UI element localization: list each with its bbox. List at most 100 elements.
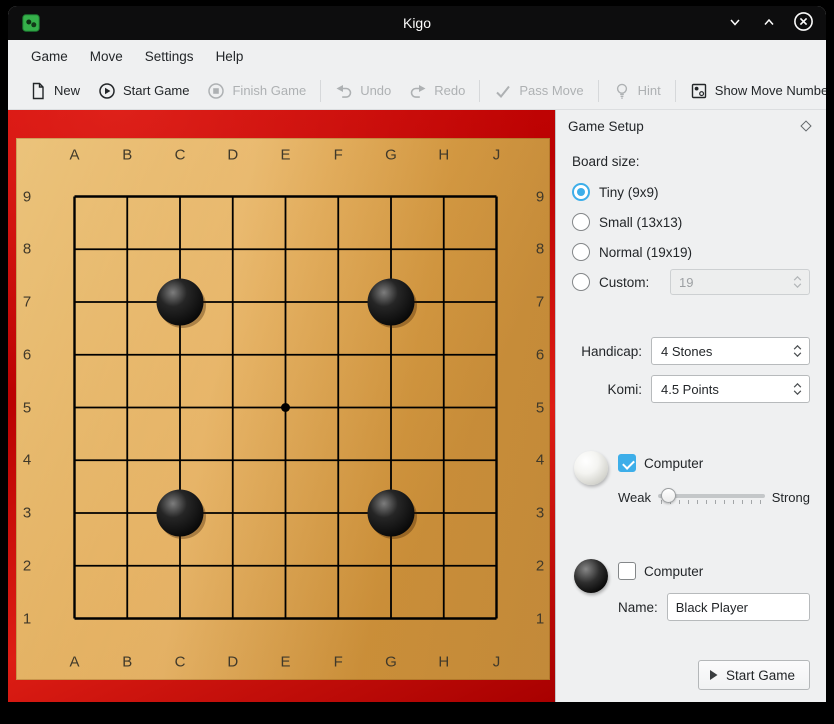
strong-label: Strong — [772, 490, 810, 505]
radio-indicator — [572, 273, 590, 291]
go-stone-black — [368, 490, 415, 537]
board-coordinate-label: 6 — [23, 346, 31, 363]
handicap-label: Handicap: — [556, 344, 642, 359]
toolbar-separator — [320, 80, 321, 102]
go-board-wood: AABBCCDDEEFFGGHHJJ998877665544332211 — [16, 138, 550, 680]
toolbar-separator — [675, 80, 676, 102]
redo-arrow-icon — [409, 82, 427, 100]
toolbar-finish-game-button[interactable]: Finish Game — [198, 77, 315, 105]
board-coordinate-label: C — [175, 654, 186, 671]
board-coordinate-label: 4 — [536, 452, 544, 469]
black-computer-checkbox-row[interactable]: Computer — [618, 557, 810, 585]
strength-slider-row: Weak Strong — [618, 487, 810, 507]
board-coordinate-label: H — [438, 654, 449, 671]
float-panel-button[interactable] — [798, 118, 814, 134]
spinner-arrows-icon[interactable] — [793, 345, 809, 357]
custom-size-spinbox[interactable] — [670, 269, 810, 295]
handicap-dropdown[interactable]: 4 Stones — [651, 337, 810, 365]
board-coordinate-label: G — [385, 147, 397, 164]
board-coordinate-label: 2 — [536, 557, 544, 574]
board-size-label: Board size: — [572, 154, 826, 169]
radio-option-custom[interactable]: Custom: — [572, 267, 826, 297]
go-board-grid[interactable] — [16, 138, 550, 680]
black-name-row: Name: — [618, 593, 810, 621]
undo-arrow-icon — [335, 82, 353, 100]
white-computer-checkbox[interactable] — [618, 454, 636, 472]
white-stone-image — [574, 451, 608, 485]
board-coordinate-label: F — [334, 147, 343, 164]
titlebar: Kigo — [8, 6, 826, 40]
toolbar-undo-button[interactable]: Undo — [326, 77, 400, 105]
board-coordinate-label: 1 — [536, 610, 544, 627]
checkmark-icon — [494, 82, 512, 100]
custom-size-input[interactable] — [671, 275, 793, 290]
toolbar-redo-button[interactable]: Redo — [400, 77, 474, 105]
radio-indicator — [572, 183, 590, 201]
board-coordinate-label: 3 — [23, 505, 31, 522]
strength-slider[interactable] — [658, 487, 765, 507]
board-coordinate-label: C — [175, 147, 186, 164]
board-coordinate-label: F — [334, 654, 343, 671]
board-coordinate-label: 5 — [536, 399, 544, 416]
board-coordinate-label: B — [122, 654, 132, 671]
float-panel-icon — [800, 120, 811, 131]
app-window: Kigo Game Move Settings Help New Start G… — [8, 6, 826, 702]
handicap-value: 4 Stones — [652, 344, 793, 359]
komi-row: Komi: 4.5 Points — [556, 375, 810, 403]
white-player-section: Computer Weak Strong — [574, 449, 810, 507]
maximize-button[interactable] — [758, 12, 780, 34]
toolbar-show-move-numbers-button[interactable]: Show Move Numbers — [681, 77, 826, 105]
black-computer-checkbox[interactable] — [618, 562, 636, 580]
toolbar-separator — [598, 80, 599, 102]
spinner-arrows-icon[interactable] — [793, 383, 809, 395]
radio-option-normal-19x19[interactable]: Normal (19x19) — [572, 237, 826, 267]
radio-option-tiny-9x9[interactable]: Tiny (9x9) — [572, 177, 826, 207]
radio-option-small-13x13[interactable]: Small (13x13) — [572, 207, 826, 237]
go-stone-black — [157, 279, 204, 326]
toolbar-start-game-button[interactable]: Start Game — [89, 77, 198, 105]
toolbar-new-button[interactable]: New — [20, 77, 89, 105]
board-coordinate-label: D — [227, 654, 238, 671]
minimize-button[interactable] — [724, 12, 746, 34]
toolbar-pass-move-button[interactable]: Pass Move — [485, 77, 592, 105]
play-circle-icon — [98, 82, 116, 100]
black-name-input[interactable] — [667, 593, 810, 621]
go-stone-black — [157, 490, 204, 537]
board-coordinate-label: D — [227, 147, 238, 164]
board-coordinate-label: 2 — [23, 557, 31, 574]
menu-move[interactable]: Move — [79, 44, 134, 69]
close-icon — [793, 11, 814, 35]
board-area: AABBCCDDEEFFGGHHJJ998877665544332211 — [8, 110, 555, 702]
menu-game[interactable]: Game — [20, 44, 79, 69]
board-coordinate-label: J — [493, 147, 501, 164]
board-coordinate-label: 6 — [536, 346, 544, 363]
board-coordinate-label: E — [280, 147, 290, 164]
board-coordinate-label: B — [122, 147, 132, 164]
komi-label: Komi: — [556, 382, 642, 397]
board-coordinate-label: 8 — [23, 241, 31, 258]
menu-settings[interactable]: Settings — [134, 44, 205, 69]
panel-title: Game Setup — [568, 119, 644, 134]
radio-indicator — [572, 213, 590, 231]
toolbar-hint-button[interactable]: Hint — [604, 77, 670, 105]
weak-label: Weak — [618, 490, 651, 505]
white-computer-checkbox-row[interactable]: Computer — [618, 449, 810, 477]
board-coordinate-label: 7 — [536, 294, 544, 311]
game-setup-panel: Game Setup Board size: Tiny (9x9) Small … — [555, 110, 826, 702]
spinner-arrows-icon[interactable] — [793, 276, 809, 288]
go-stone-black — [368, 279, 415, 326]
board-coordinate-label: 8 — [536, 241, 544, 258]
board-coordinate-label: J — [493, 654, 501, 671]
board-coordinate-label: A — [69, 147, 79, 164]
menubar: Game Move Settings Help — [8, 40, 826, 72]
komi-dropdown[interactable]: 4.5 Points — [651, 375, 810, 403]
board-coordinate-label: 1 — [23, 610, 31, 627]
new-document-icon — [29, 82, 47, 100]
lightbulb-icon — [613, 82, 631, 100]
start-game-button[interactable]: Start Game — [698, 660, 810, 690]
close-button[interactable] — [792, 12, 814, 34]
handicap-row: Handicap: 4 Stones — [556, 337, 810, 365]
chevron-down-icon — [728, 15, 742, 32]
board-coordinate-label: A — [69, 654, 79, 671]
menu-help[interactable]: Help — [205, 44, 255, 69]
